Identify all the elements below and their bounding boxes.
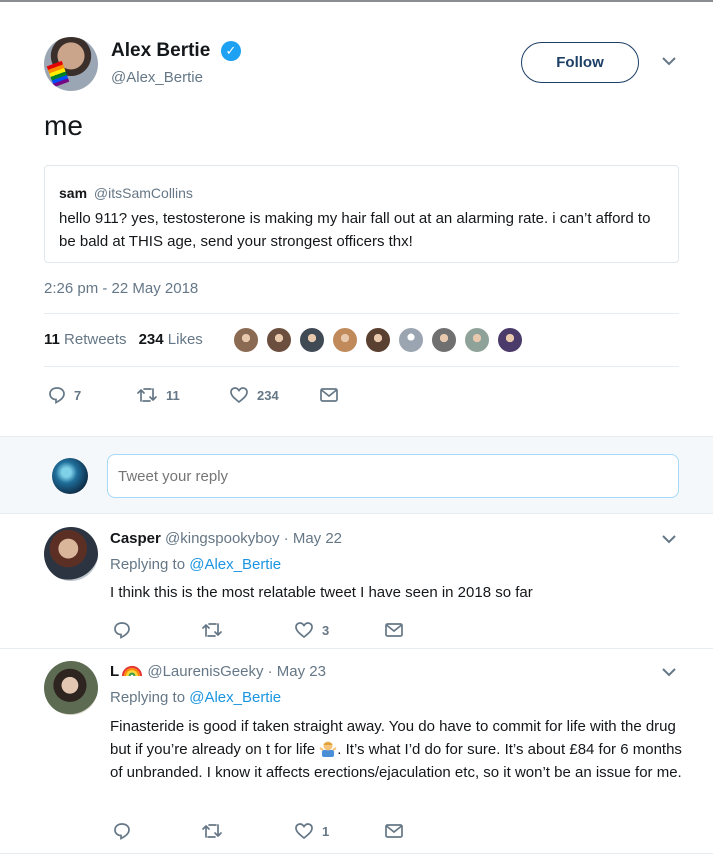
heart-icon [295,622,313,639]
retweets-count: 11 [44,331,60,348]
replying-to: Replying to @Alex_Bertie [110,556,281,573]
liker-avatar[interactable] [463,326,491,354]
divider [44,366,679,367]
tweet-stats: 11 Retweets 234 Likes [44,331,203,348]
retweet-action[interactable] [201,820,223,842]
retweets-stat[interactable]: 11 Retweets [44,331,127,348]
chevron-down-icon[interactable] [661,55,677,67]
liker-avatar[interactable] [331,326,359,354]
reply-author-avatar[interactable] [44,661,98,715]
envelope-icon [385,623,403,637]
retweet-icon [202,824,222,838]
reply-header: L @LaurenisGeeky · May 23 [110,663,326,680]
quoted-tweet[interactable]: sam @itsSamCollins hello 911? yes, testo… [44,165,679,263]
like-count: 1 [322,823,330,839]
rainbow-flag-image [46,60,70,88]
reply-author-handle[interactable]: @LaurenisGeeky [147,663,263,680]
liker-avatar[interactable] [298,326,326,354]
tweet-text: me [44,110,83,141]
reply-author-avatar[interactable] [44,527,98,581]
reply-icon [114,622,130,639]
chevron-down-icon[interactable] [661,533,677,545]
like-action[interactable]: 3 [294,619,329,641]
reply-input[interactable] [107,454,679,498]
retweet-icon [137,388,157,402]
reply-action[interactable] [113,619,131,641]
like-action[interactable]: 1 [294,820,329,842]
man-shrugging-emoji-icon [319,739,337,757]
heart-icon [295,823,313,840]
retweet-action[interactable]: 11 [136,384,180,406]
quoted-tweet-text: hello 911? yes, testosterone is making m… [59,210,651,250]
liker-avatar[interactable] [397,326,425,354]
author-avatar[interactable] [44,37,98,91]
reply-tweet[interactable]: Casper @kingspookyboy · May 22 Replying … [0,515,713,649]
quoted-author-name: sam [59,185,88,201]
replying-to-label: Replying to [110,689,186,706]
liker-avatar[interactable] [496,326,524,354]
reply-author-name[interactable]: L [110,663,119,680]
envelope-icon [320,388,338,402]
verified-badge-icon: ✓ [221,41,241,61]
reply-text: Finasteride is good if taken straight aw… [110,715,685,784]
reply-tweet[interactable]: L @LaurenisGeeky · May 23 Replying to @A… [0,649,713,854]
retweet-count: 11 [166,387,180,403]
reply-date[interactable]: · May 23 [268,663,326,680]
reply-action[interactable]: 7 [48,384,81,406]
retweet-icon [202,623,222,637]
replying-to-link[interactable]: @Alex_Bertie [189,556,281,573]
liker-avatar[interactable] [232,326,260,354]
like-count: 3 [322,622,330,638]
reply-author-handle[interactable]: @kingspookyboy [165,530,279,547]
rainbow-emoji-icon [121,663,143,677]
current-user-avatar[interactable] [52,458,88,494]
envelope-icon [385,824,403,838]
reply-icon [114,823,130,840]
retweet-action[interactable] [201,619,223,641]
replying-to-label: Replying to [110,556,186,573]
follow-button[interactable]: Follow [521,42,639,83]
top-border [0,0,713,2]
reply-composer [0,436,713,514]
quoted-tweet-header: sam @itsSamCollins [59,185,193,201]
likes-stat[interactable]: 234 Likes [139,331,203,348]
liker-avatar[interactable] [430,326,458,354]
heart-icon [230,387,248,404]
author-handle[interactable]: @Alex_Bertie [111,69,203,86]
reply-text: I think this is the most relatable tweet… [110,584,533,601]
liker-avatar[interactable] [364,326,392,354]
reply-header: Casper @kingspookyboy · May 22 [110,530,342,547]
direct-message-action[interactable] [384,619,404,641]
like-action[interactable]: 234 [229,384,279,406]
divider [44,313,679,314]
reply-author-name[interactable]: Casper [110,530,161,547]
likes-count: 234 [138,331,164,348]
retweets-label: Retweets [64,331,127,348]
direct-message-action[interactable] [384,820,404,842]
reply-date[interactable]: · May 22 [284,530,342,547]
reply-icon [49,387,65,404]
replying-to-link[interactable]: @Alex_Bertie [189,689,281,706]
replying-to: Replying to @Alex_Bertie [110,689,281,706]
tweet-timestamp[interactable]: 2:26 pm - 22 May 2018 [44,280,198,297]
likes-label: Likes [167,331,203,348]
author-name[interactable]: Alex Bertie [111,40,210,62]
direct-message-action[interactable] [319,384,339,406]
reply-action[interactable] [113,820,131,842]
quoted-author-handle: @itsSamCollins [93,185,193,201]
like-count: 234 [257,387,279,403]
liker-avatar[interactable] [265,326,293,354]
chevron-down-icon[interactable] [661,666,677,678]
reply-count: 7 [74,387,82,403]
